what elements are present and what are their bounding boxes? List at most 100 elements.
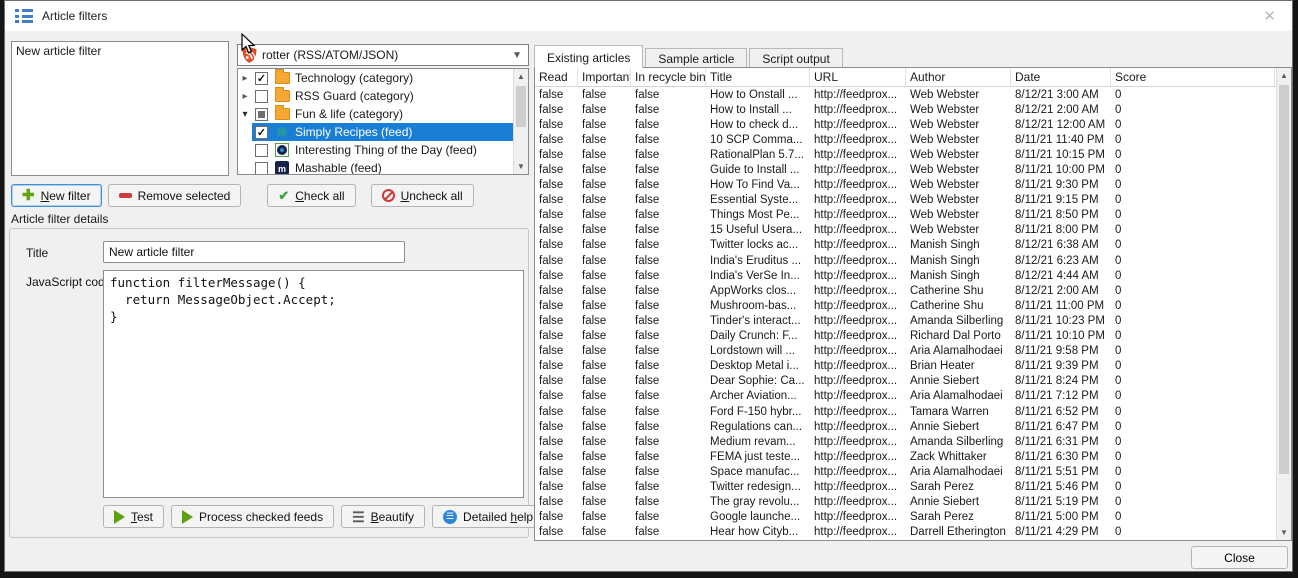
column-header[interactable]: Title (706, 68, 810, 86)
detailed-help-button[interactable]: ☰ Detailed help (432, 505, 544, 528)
account-dropdown[interactable]: rotter (RSS/ATOM/JSON) ▼ (237, 44, 529, 66)
article-row[interactable]: falsefalsefalseHow to check d...http://f… (535, 117, 1276, 132)
article-row[interactable]: falsefalsefalseHow To Find Va...http://f… (535, 178, 1276, 193)
article-row[interactable]: falsefalsefalseSpace manufac...http://fe… (535, 464, 1276, 479)
article-row[interactable]: falsefalsefalseIndia's Eruditus ...http:… (535, 253, 1276, 268)
tree-item[interactable]: mMashable (feed) (238, 159, 513, 175)
minus-icon (119, 193, 132, 198)
article-row[interactable]: falsefalsefalseArcher Aviation...http://… (535, 389, 1276, 404)
article-cell: Brian Heater (906, 360, 1011, 372)
expand-icon[interactable]: ▸ (238, 91, 252, 102)
filter-title-input[interactable] (103, 241, 405, 263)
article-cell: false (631, 89, 706, 101)
article-row[interactable]: falsefalsefalse10 SCP Comma...http://fee… (535, 132, 1276, 147)
article-row[interactable]: falsefalsefalseDaily Crunch: F...http://… (535, 329, 1276, 344)
checkbox[interactable]: ✓ (255, 72, 268, 85)
article-cell: Sarah Perez (906, 481, 1011, 493)
article-row[interactable]: falsefalsefalseDesktop Metal i...http://… (535, 359, 1276, 374)
article-cell: false (631, 466, 706, 478)
column-header[interactable]: In recycle bin (631, 68, 706, 86)
tree-item-label: Mashable (feed) (295, 161, 386, 175)
table-header-row: ReadImportantIn recycle binTitleURLAutho… (535, 68, 1276, 87)
article-row[interactable]: falsefalsefalseTinder's interact...http:… (535, 313, 1276, 328)
tab-script-output[interactable]: Script output (749, 48, 842, 68)
article-cell: 8/11/21 8:50 PM (1011, 209, 1111, 221)
article-filters-icon (15, 8, 33, 24)
article-cell: http://feedprox... (810, 209, 906, 221)
feeds-tree: ▸✓Technology (category)▸RSS Guard (categ… (237, 68, 529, 175)
beautify-button[interactable]: ☰ Beautify (341, 505, 425, 528)
check-all-button[interactable]: ✔ Check all (267, 184, 355, 207)
checkbox[interactable]: ✓ (255, 126, 268, 139)
article-row[interactable]: falsefalsefalseRegulations can...http://… (535, 419, 1276, 434)
existing-articles-table: ReadImportantIn recycle binTitleURLAutho… (534, 67, 1292, 541)
column-header[interactable]: Date (1011, 68, 1111, 86)
scroll-down-icon[interactable]: ▼ (514, 159, 528, 174)
article-cell: 0 (1111, 375, 1275, 387)
test-button[interactable]: Test (103, 505, 164, 528)
uncheck-all-button[interactable]: Uncheck all (371, 184, 474, 207)
filter-list-item[interactable]: New article filter (12, 42, 228, 60)
article-row[interactable]: falsefalsefalseEssential Syste...http://… (535, 193, 1276, 208)
article-row[interactable]: falsefalsefalseThings Most Pe...http://f… (535, 208, 1276, 223)
checkbox[interactable] (255, 144, 268, 157)
scroll-up-icon[interactable]: ▲ (514, 69, 528, 84)
column-header[interactable]: Read (535, 68, 578, 86)
article-row[interactable]: falsefalsefalseAppWorks clos...http://fe… (535, 283, 1276, 298)
remove-selected-button[interactable]: Remove selected (108, 184, 242, 207)
tree-item[interactable]: Interesting Thing of the Day (feed) (238, 141, 513, 159)
article-row[interactable]: falsefalsefalseHow to Onstall ...http://… (535, 87, 1276, 102)
column-header[interactable]: Score (1111, 68, 1275, 86)
article-row[interactable]: falsefalsefalseFord F-150 hybr...http://… (535, 404, 1276, 419)
tree-item[interactable]: ▾Fun & life (category) (238, 105, 513, 123)
column-header[interactable]: URL (810, 68, 906, 86)
article-row[interactable]: falsefalsefalseFEMA just teste...http://… (535, 449, 1276, 464)
filters-list[interactable]: New article filter (11, 41, 229, 176)
article-row[interactable]: falsefalsefalseMedium revam...http://fee… (535, 434, 1276, 449)
article-row[interactable]: falsefalsefalseThe gray revolu...http://… (535, 495, 1276, 510)
tab-existing-articles[interactable]: Existing articles (534, 45, 643, 68)
window-title: Article filters (42, 9, 107, 23)
article-row[interactable]: falsefalsefalseTwitter redesign...http:/… (535, 479, 1276, 494)
js-code-editor[interactable]: function filterMessage() { return Messag… (103, 270, 524, 498)
article-row[interactable]: falsefalsefalseHear how Cityb...http://f… (535, 525, 1276, 540)
article-row[interactable]: falsefalsefalseLordstown will ...http://… (535, 344, 1276, 359)
tree-item[interactable]: ▸✓Technology (category) (238, 69, 513, 87)
article-row[interactable]: falsefalsefalseHow to Install ...http://… (535, 102, 1276, 117)
article-cell: http://feedprox... (810, 300, 906, 312)
article-cell: false (535, 466, 578, 478)
title-field-label: Title (26, 246, 48, 260)
tab-sample-article[interactable]: Sample article (645, 48, 747, 68)
article-row[interactable]: falsefalsefalseGoogle launche...http://f… (535, 510, 1276, 525)
checkbox[interactable] (255, 162, 268, 175)
column-header[interactable]: Important (578, 68, 631, 86)
checkbox[interactable] (255, 108, 268, 121)
column-header[interactable]: Author (906, 68, 1011, 86)
tree-item[interactable]: ▸RSS Guard (category) (238, 87, 513, 105)
new-filter-button[interactable]: ✚ New filter (11, 184, 102, 207)
collapse-icon[interactable]: ▾ (238, 109, 252, 120)
article-row[interactable]: falsefalsefalseRationalPlan 5.7...http:/… (535, 147, 1276, 162)
close-button[interactable]: Close (1191, 546, 1288, 569)
article-cell: false (578, 179, 631, 191)
article-cell: false (535, 330, 578, 342)
article-row[interactable]: falsefalsefalseMushroom-bas...http://fee… (535, 298, 1276, 313)
article-row[interactable]: falsefalsefalseDear Sophie: Ca...http://… (535, 374, 1276, 389)
expand-icon[interactable]: ▸ (238, 73, 252, 84)
article-cell: 8/11/21 5:46 PM (1011, 481, 1111, 493)
article-cell: Web Webster (906, 179, 1011, 191)
window-close-icon[interactable]: ✕ (1257, 7, 1282, 26)
checkbox[interactable] (255, 90, 268, 103)
article-row[interactable]: falsefalsefalseIndia's VerSe In...http:/… (535, 268, 1276, 283)
article-row[interactable]: falsefalsefalseGuide to Install ...http:… (535, 162, 1276, 177)
scroll-down-icon[interactable]: ▼ (1277, 525, 1291, 540)
article-row[interactable]: falsefalsefalse15 Useful Usera...http://… (535, 223, 1276, 238)
tree-scrollbar[interactable]: ▲ ▼ (513, 69, 528, 174)
article-cell: 0 (1111, 104, 1275, 116)
article-row[interactable]: falsefalsefalseTwitter locks ac...http:/… (535, 238, 1276, 253)
scroll-up-icon[interactable]: ▲ (1277, 68, 1291, 83)
tree-item[interactable]: ✓❋Simply Recipes (feed) (238, 123, 513, 141)
table-scrollbar[interactable]: ▲ ▼ (1276, 68, 1291, 540)
process-checked-feeds-button[interactable]: Process checked feeds (171, 505, 334, 528)
article-cell: 8/11/21 4:29 PM (1011, 526, 1111, 538)
